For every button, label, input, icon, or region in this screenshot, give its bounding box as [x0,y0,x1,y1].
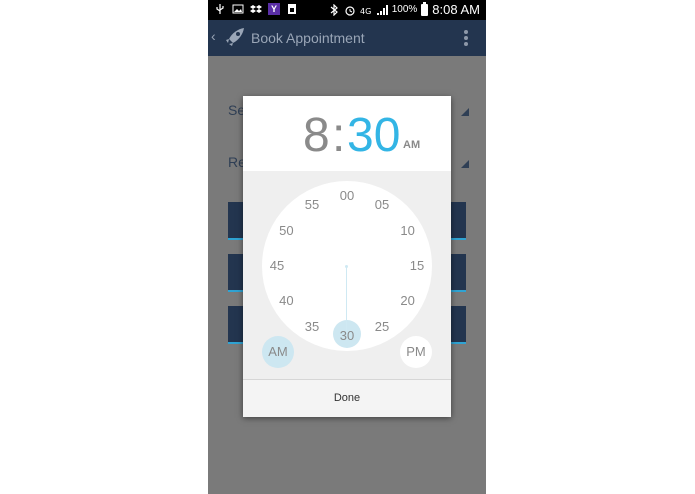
status-right-icons: 4G 100% 8:08 AM [328,1,480,17]
usb-icon [216,4,224,14]
minute-label[interactable]: 50 [271,223,301,238]
minute-label[interactable]: 45 [262,258,292,273]
action-bar: ‹ Book Appointment [208,20,486,56]
minute-label[interactable]: 35 [297,319,327,334]
form-button-right-edge [450,306,466,344]
alarm-icon [345,5,355,16]
form-button-right-edge [450,202,466,240]
minute-label[interactable]: 05 [367,197,397,212]
time-display: 8 : 30 AM [243,96,451,171]
time-separator: : [332,109,346,162]
period-display[interactable]: AM [403,139,420,151]
svg-text:4G: 4G [360,7,371,16]
form-button-left-edge [228,254,244,292]
yahoo-icon: Y [268,3,280,15]
minute-label[interactable]: 25 [367,319,397,334]
status-left-icons: Y [214,3,298,15]
time-picker-dialog: 8 : 30 AM 00 05 10 15 20 25 30 35 40 45 50 55 AM PM… [243,96,451,417]
clock-center-dot [345,265,348,268]
dialog-footer: Done [243,379,451,417]
minute-label[interactable]: 00 [332,188,362,203]
page-title: Book Appointment [251,30,365,46]
rocket-icon[interactable] [224,26,246,48]
bluetooth-icon [330,3,338,16]
am-button[interactable]: AM [262,336,294,368]
battery-percent: 100% [391,4,418,15]
minute-label[interactable]: 15 [402,258,432,273]
pm-button[interactable]: PM [400,336,432,368]
dropdown-caret-icon [461,108,469,116]
4g-icon: 4G [360,7,371,16]
sim-icon [288,4,296,14]
dropdown-caret-icon [461,160,469,168]
minute-label[interactable]: 30 [332,328,362,343]
minute-label[interactable]: 10 [393,223,423,238]
clock: 8:08 AM [432,2,480,17]
dropbox-icon [250,5,262,13]
signal-icon [376,4,388,15]
overflow-menu-icon[interactable] [464,30,468,46]
form-button-left-edge [228,202,244,240]
minute-label[interactable]: 20 [393,293,423,308]
clock-dial-area: 00 05 10 15 20 25 30 35 40 45 50 55 AM PM [243,171,451,379]
form-button-left-edge [228,306,244,344]
hour-display[interactable]: 8 [303,108,330,163]
clock-hand [346,267,347,334]
back-chevron-icon[interactable]: ‹ [211,28,216,44]
form-button-right-edge [450,254,466,292]
battery-icon [421,1,429,16]
image-icon [232,4,244,14]
status-bar: Y 4G 100% 8:08 AM [208,0,486,20]
minute-label[interactable]: 55 [297,197,327,212]
minute-label[interactable]: 40 [271,293,301,308]
minute-display[interactable]: 30 [347,108,400,163]
done-button[interactable]: Done [243,380,451,417]
